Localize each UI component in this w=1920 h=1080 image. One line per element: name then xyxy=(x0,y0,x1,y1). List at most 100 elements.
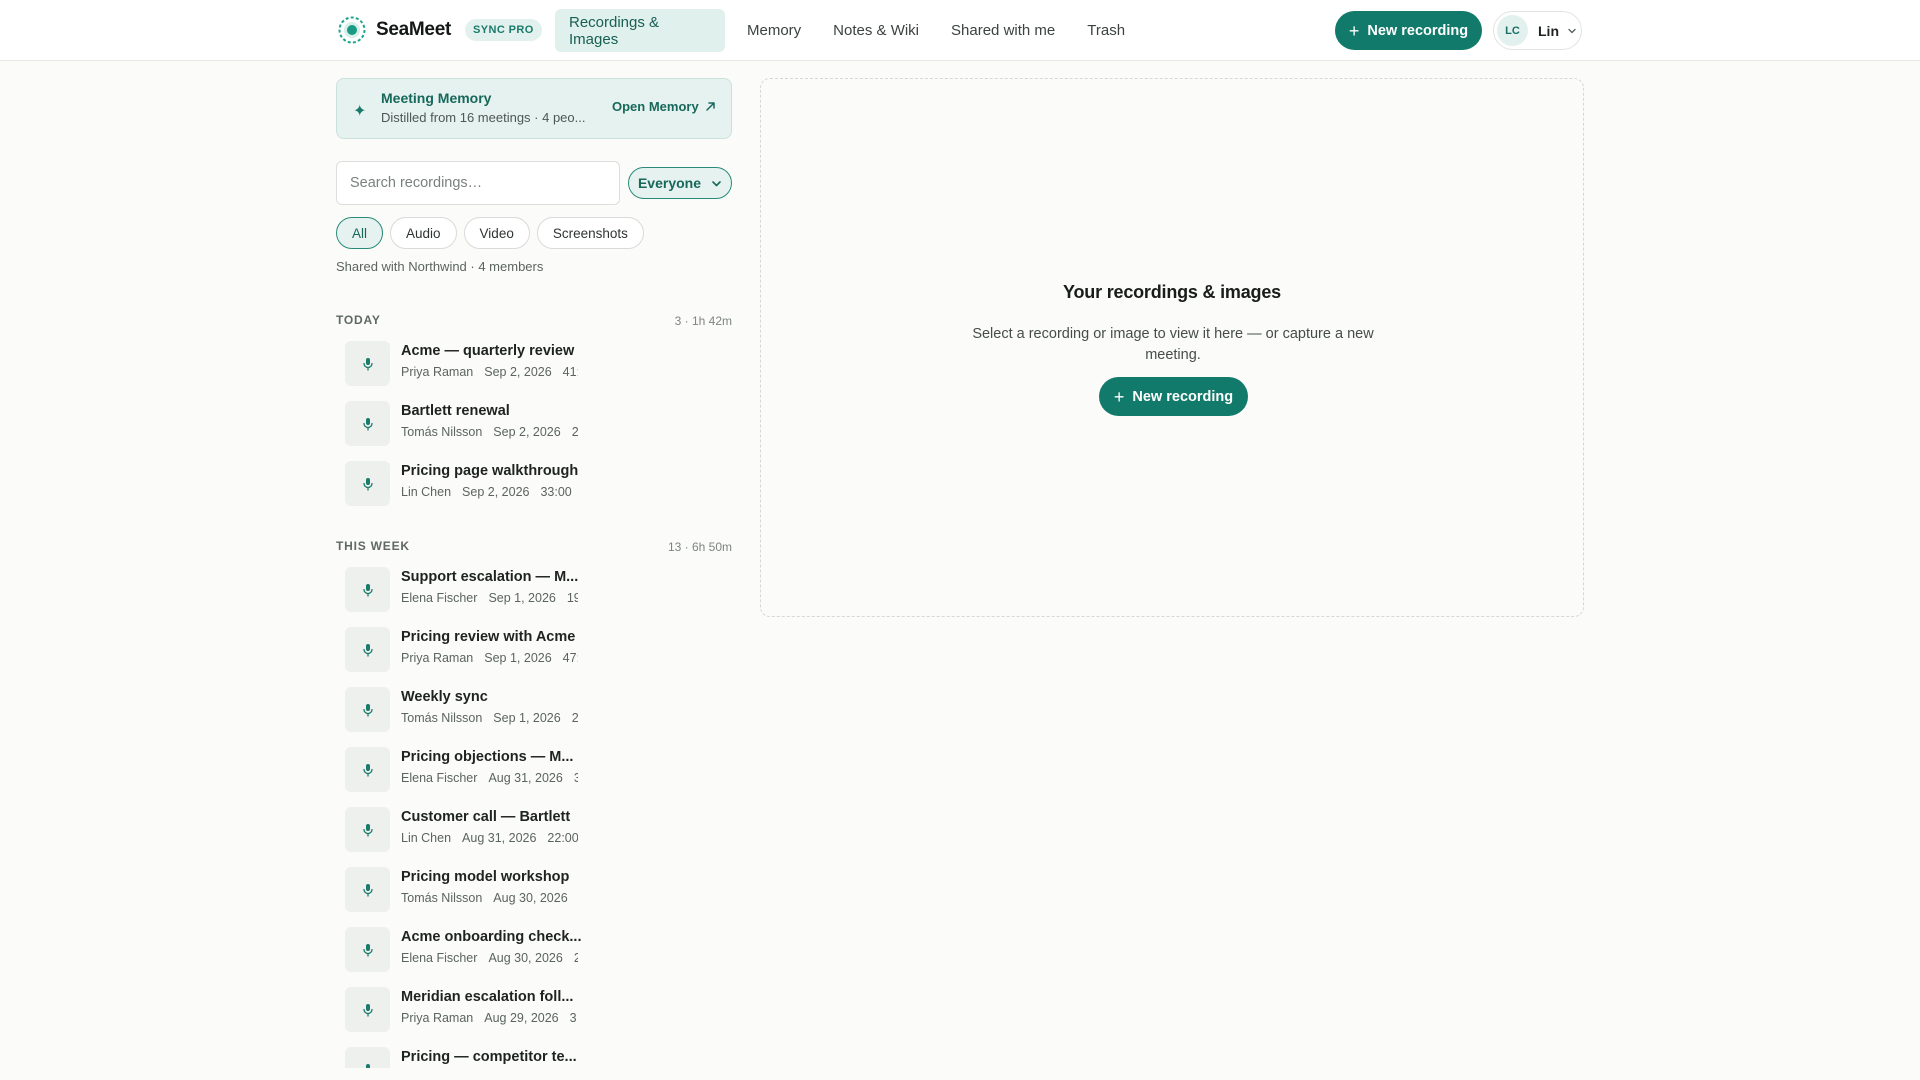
recording-date: Sep 1, 2026 xyxy=(493,711,561,725)
brand[interactable]: SeaMeet SYNC PRO xyxy=(338,16,542,44)
recording-thumb xyxy=(345,867,390,912)
chevron-down-icon xyxy=(1568,28,1576,33)
recording-owner: Lin Chen xyxy=(401,831,452,845)
seameet-logo-icon xyxy=(338,16,366,44)
recording-owner: Tomás Nilsson xyxy=(401,891,483,905)
recording-row[interactable]: Pricing — competitor te... xyxy=(336,1040,732,1068)
recording-meta: Priya Raman Sep 2, 2026 41: xyxy=(401,365,578,381)
sparkle-icon: ✦ xyxy=(353,103,367,120)
search-input[interactable] xyxy=(336,161,620,205)
recording-duration: 47: xyxy=(562,651,578,665)
microphone-icon xyxy=(362,417,373,431)
new-recording-button[interactable]: + New recording xyxy=(1335,11,1482,50)
user-menu[interactable]: LC Lin xyxy=(1493,11,1582,50)
recording-meta: Priya Raman Sep 1, 2026 47: xyxy=(401,651,578,667)
recording-owner: Tomás Nilsson xyxy=(401,425,483,439)
recording-duration: 2 xyxy=(571,425,578,439)
recording-owner: Elena Fischer xyxy=(401,951,478,965)
recording-row[interactable]: Pricing review with Acme Priya Raman Sep … xyxy=(336,620,732,680)
section-label-this-week: THIS WEEK xyxy=(336,539,410,553)
recording-thumb xyxy=(345,401,390,446)
recording-row[interactable]: Customer call — Bartlett Lin Chen Aug 31,… xyxy=(336,800,732,860)
nav-tab-notes-wiki[interactable]: Notes & Wiki xyxy=(819,9,933,52)
recording-row[interactable]: Acme onboarding check... Elena Fischer Au… xyxy=(336,920,732,980)
nav-tab-shared-with-me[interactable]: Shared with me xyxy=(937,9,1069,52)
nav-tab-trash[interactable]: Trash xyxy=(1073,9,1139,52)
meeting-memory-card[interactable]: ✦ Meeting Memory Distilled from 16 meeti… xyxy=(336,78,732,139)
empty-state-new-recording-button[interactable]: + New recording xyxy=(1099,377,1248,416)
recording-row[interactable]: Weekly sync Tomás Nilsson Sep 1, 2026 2 xyxy=(336,680,732,740)
recording-meta: Tomás Nilsson Sep 1, 2026 2 xyxy=(401,711,578,727)
recording-title: Pricing — competitor te... xyxy=(401,1049,577,1065)
recording-date: Aug 31, 2026 xyxy=(462,831,537,845)
scope-filter-value: Everyone xyxy=(637,175,702,191)
section-stat-this-week: 13 · 6h 50m xyxy=(667,540,732,554)
filter-chip-all[interactable]: All xyxy=(336,217,384,249)
recording-meta: Tomás Nilsson Sep 2, 2026 2 xyxy=(401,425,578,441)
microphone-icon xyxy=(362,703,373,717)
nav-tab-memory[interactable]: Memory xyxy=(733,9,815,52)
section-stat-today: 3 · 1h 42m xyxy=(674,314,732,328)
recording-row[interactable]: Support escalation — M... Elena Fischer S… xyxy=(336,560,732,620)
recording-thumb xyxy=(345,627,390,672)
microphone-icon xyxy=(362,763,373,777)
recording-owner: Priya Raman xyxy=(401,651,474,665)
arrow-up-right-icon xyxy=(705,102,715,111)
recording-date: Sep 1, 2026 xyxy=(488,591,556,605)
recording-owner: Tomás Nilsson xyxy=(401,711,483,725)
recording-thumb xyxy=(345,987,390,1032)
recording-meta: Lin Chen Aug 31, 2026 22:00 xyxy=(401,831,578,847)
recording-thumb xyxy=(345,927,390,972)
recording-row[interactable]: Bartlett renewal Tomás Nilsson Sep 2, 202… xyxy=(336,394,732,454)
recording-title: Pricing objections — M... xyxy=(401,749,574,765)
recording-duration: 41: xyxy=(562,365,578,379)
recording-date: Sep 2, 2026 xyxy=(493,425,561,439)
recording-list-today: Acme — quarterly review Priya Raman Sep 2… xyxy=(336,334,732,514)
recording-row[interactable]: Pricing page walkthrough Lin Chen Sep 2, … xyxy=(336,454,732,514)
recording-row[interactable]: Acme — quarterly review Priya Raman Sep 2… xyxy=(336,334,732,394)
memory-title: Meeting Memory xyxy=(381,90,492,106)
recording-row[interactable]: Pricing model workshop Tomás Nilsson Aug … xyxy=(336,860,732,920)
recording-date: Aug 30, 2026 xyxy=(493,891,568,905)
recording-title: Pricing model workshop xyxy=(401,869,570,885)
recording-owner: Priya Raman xyxy=(401,365,474,379)
recording-title: Acme onboarding check... xyxy=(401,929,582,945)
recording-title: Acme — quarterly review xyxy=(401,343,575,359)
empty-state-text: Select a recording or image to view it h… xyxy=(972,326,1374,363)
scope-filter-dropdown[interactable]: Everyone xyxy=(628,167,732,199)
recording-date: Aug 29, 2026 xyxy=(484,1011,559,1025)
recording-viewer-empty-state: Your recordings & images Select a record… xyxy=(760,78,1584,617)
type-filters: All Audio Video Screenshots xyxy=(336,217,651,249)
recording-duration: 33:00 xyxy=(540,485,572,499)
filter-chip-video[interactable]: Video xyxy=(463,217,530,249)
recording-meta: Priya Raman Aug 29, 2026 3 xyxy=(401,1011,578,1027)
recording-duration: 19: xyxy=(566,591,578,605)
recording-meta: Lin Chen Sep 2, 2026 33:00 xyxy=(401,485,578,501)
recording-thumb xyxy=(345,341,390,386)
memory-subtitle: Distilled from 16 meetings · 4 peo... xyxy=(381,110,586,125)
recording-date: Aug 31, 2026 xyxy=(488,771,563,785)
recording-owner: Lin Chen xyxy=(401,485,452,499)
filter-chip-audio[interactable]: Audio xyxy=(390,217,457,249)
recording-list-this-week: Support escalation — M... Elena Fischer S… xyxy=(336,560,732,1068)
user-name: Lin xyxy=(1538,22,1559,39)
shared-workspace-note: Shared with Northwind · 4 members xyxy=(336,259,544,274)
empty-state-title: Your recordings & images xyxy=(1063,282,1281,302)
recording-title: Weekly sync xyxy=(401,689,488,705)
microphone-icon xyxy=(365,1063,370,1068)
recording-row[interactable]: Meridian escalation foll... Priya Raman A… xyxy=(336,980,732,1040)
microphone-icon xyxy=(362,643,373,657)
plus-icon: + xyxy=(1348,20,1360,41)
recording-duration: 3 xyxy=(573,771,578,785)
filter-chip-screenshots[interactable]: Screenshots xyxy=(536,217,644,249)
recording-title: Bartlett renewal xyxy=(401,403,510,419)
plus-icon: + xyxy=(1113,386,1125,407)
microphone-icon xyxy=(362,1003,373,1017)
open-memory-link[interactable]: Open Memory xyxy=(612,99,716,114)
recording-thumb xyxy=(345,807,390,852)
recording-duration: 2 xyxy=(571,711,578,725)
avatar: LC xyxy=(1497,15,1528,46)
recording-row[interactable]: Pricing objections — M... Elena Fischer A… xyxy=(336,740,732,800)
open-memory-label: Open Memory xyxy=(612,99,699,114)
nav-tab-recordings[interactable]: Recordings & Images xyxy=(555,9,725,52)
